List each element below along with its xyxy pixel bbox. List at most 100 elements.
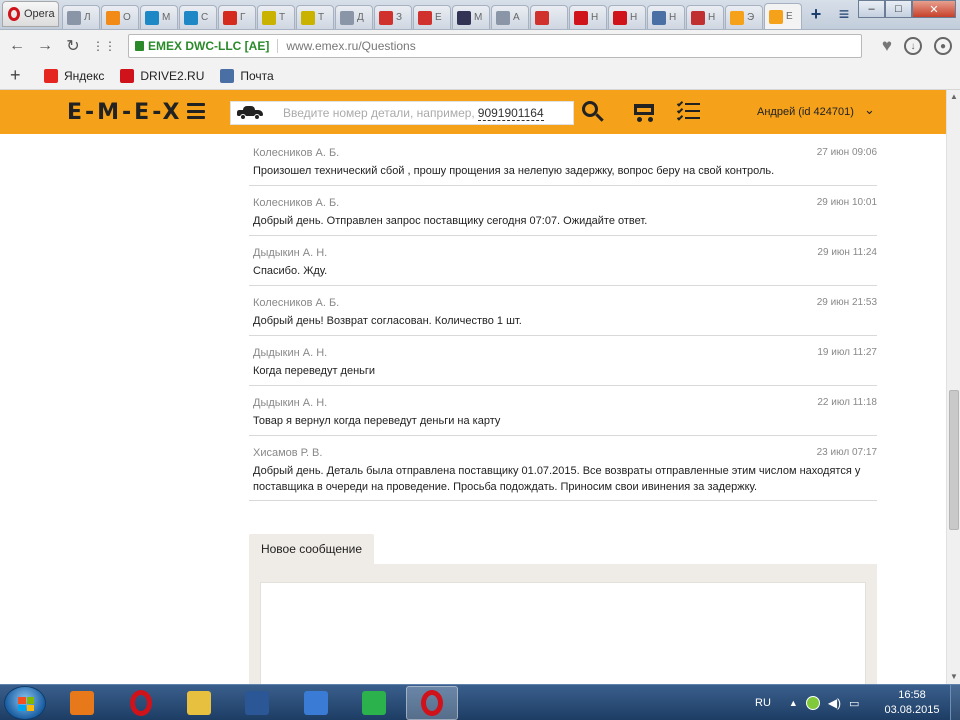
lifebuoy-icon [535,10,549,25]
close-window-button[interactable]: ✕ [912,0,956,18]
browser-tab[interactable]: С [179,5,217,29]
browser-tab[interactable]: Т [296,5,334,29]
tab-menu-button[interactable]: ≡ [830,3,858,25]
browser-tab[interactable]: Н [686,5,724,29]
menu-hamburger-icon[interactable] [187,103,205,119]
browser-tab[interactable]: А [491,5,529,29]
taskbar-app-button[interactable] [56,686,108,720]
browser-tab-label: Т [279,12,286,23]
bookmark-list: Яндекс DRIVE2.RU Почта [44,68,274,83]
maximize-button[interactable]: □ [885,0,912,18]
taskbar-app-button[interactable] [115,686,167,720]
new-message-textarea[interactable] [260,582,866,692]
taskbar-app-button[interactable] [406,686,458,720]
browser-tab[interactable]: Э [725,5,763,29]
pencil-icon [262,10,276,25]
speed-dial-grid-icon[interactable]: ⋮⋮ [92,39,116,53]
opera-icon [421,690,443,716]
volume-icon[interactable]: ◀) [828,696,841,710]
add-bookmark-icon[interactable]: + [10,65,30,86]
back-arrow-icon[interactable]: ← [8,37,26,55]
user-menu[interactable]: Андрей (id 424701) [757,106,854,118]
part-search-input[interactable]: Введите номер детали, например, 90919011… [230,101,574,125]
search-icon[interactable] [580,100,604,124]
cart-icon[interactable] [630,100,656,122]
search-example-link[interactable]: 9091901164 [477,106,544,121]
browser-tab-label: Н [708,12,716,23]
new-message-tab[interactable]: Новое сообщение [249,534,374,564]
message-list: Колесников А. Б. 27 июн 09:06 Произошел те… [249,136,877,501]
message-text: Добрый день. Отправлен запрос поставщику… [253,215,648,227]
message-item: Дыдыкин А. Н. 29 июн 11:24 Спасибо. Жду. [249,236,877,286]
bookmark-item[interactable]: DRIVE2.RU [120,68,204,83]
browser-tab[interactable]: Е [764,3,802,29]
site-badge-label: EMEX DWC-LLC [AE] [148,39,270,53]
forward-arrow-icon[interactable]: → [36,37,54,55]
taskbar-app-button[interactable] [348,686,400,720]
bookmark-item[interactable]: Яндекс [44,68,104,83]
browser-tab[interactable]: Н [569,5,607,29]
taskbar-app-button[interactable] [173,686,225,720]
minimize-button[interactable]: – [858,0,885,18]
clock-time: 16:58 [898,689,926,701]
message-author: Колесников А. Б. [253,297,340,309]
scroll-up-arrow-icon[interactable]: ▲ [947,90,960,104]
page-icon [496,10,510,25]
browser-tab[interactable]: Д [335,5,373,29]
tray-clock[interactable]: 16:58 03.08.2015 [880,688,944,718]
language-indicator[interactable]: RU [755,697,771,709]
chevron-down-icon[interactable]: ⌄ [864,102,875,118]
tab-strip-controls: + ≡ – □ ✕ [802,0,960,29]
message-time: 29 июн 10:01 [816,197,877,208]
message-time: 29 июн 11:24 [817,247,877,258]
browser-tab[interactable]: Е [413,5,451,29]
heart-icon[interactable]: ♥ [882,37,892,55]
emex-logo[interactable]: E-M-E-X [67,100,183,125]
new-message-panel [249,564,877,692]
opera-logo-icon [8,7,20,21]
address-bar: ← → ↻ ⋮⋮ EMEX DWC-LLC [AE] www.emex.ru/Q… [0,30,960,62]
shop-icon [418,10,432,25]
car-icon[interactable] [235,106,265,120]
browser-tab[interactable]: М [452,5,490,29]
tray-app-icon[interactable] [805,696,820,710]
browser-tab[interactable]: Т [257,5,295,29]
account-icon[interactable]: ● [934,37,952,55]
page-scrollbar[interactable]: ▲ ▼ [946,90,960,684]
scroll-down-arrow-icon[interactable]: ▼ [947,670,960,684]
tray-expand-icon[interactable]: ▲ [789,698,798,708]
site-security-badge[interactable]: EMEX DWC-LLC [AE] [135,39,279,53]
taskbar-app-button[interactable] [231,686,283,720]
opera-menu-button[interactable]: Opera [2,1,59,27]
action-center-icon[interactable]: ▭ [849,697,859,710]
browser-tab[interactable]: Г [218,5,256,29]
message-item: Колесников А. Б. 27 июн 09:06 Произошел те… [249,136,877,186]
media-player-icon [70,691,94,715]
download-icon[interactable]: ↓ [904,37,922,55]
show-desktop-button[interactable] [950,685,960,720]
tabs: ЛОМСГТТДЗЕМАННННЭЕ [61,3,802,29]
browser-tab[interactable]: О [101,5,139,29]
browser-tab[interactable]: З [374,5,412,29]
browser-tab[interactable]: Н [608,5,646,29]
browser-tab[interactable] [530,5,568,29]
new-tab-button[interactable]: + [802,3,830,25]
url-field[interactable]: EMEX DWC-LLC [AE] www.emex.ru/Questions [128,34,862,58]
browser-tab[interactable]: М [140,5,178,29]
car-icon [652,10,666,25]
browser-tab[interactable]: Л [62,5,100,29]
drive2-icon [574,10,588,25]
browser-tab[interactable]: Н [647,5,685,29]
scrollbar-thumb[interactable] [949,390,959,530]
odnoklassniki-icon [106,10,120,25]
browser-tab-label: Е [786,11,793,22]
browser-tab-label: Е [435,12,442,23]
orders-list-icon[interactable] [676,100,701,122]
reload-icon[interactable]: ↻ [64,36,82,56]
taskbar-app-button[interactable] [290,686,342,720]
windows-logo-icon [18,697,34,711]
bookmark-item[interactable]: Почта [220,68,274,83]
page-icon [67,10,81,25]
message-item: Дыдыкин А. Н. 22 июл 11:18 Товар я вернул … [249,386,877,436]
start-button[interactable] [4,686,46,720]
